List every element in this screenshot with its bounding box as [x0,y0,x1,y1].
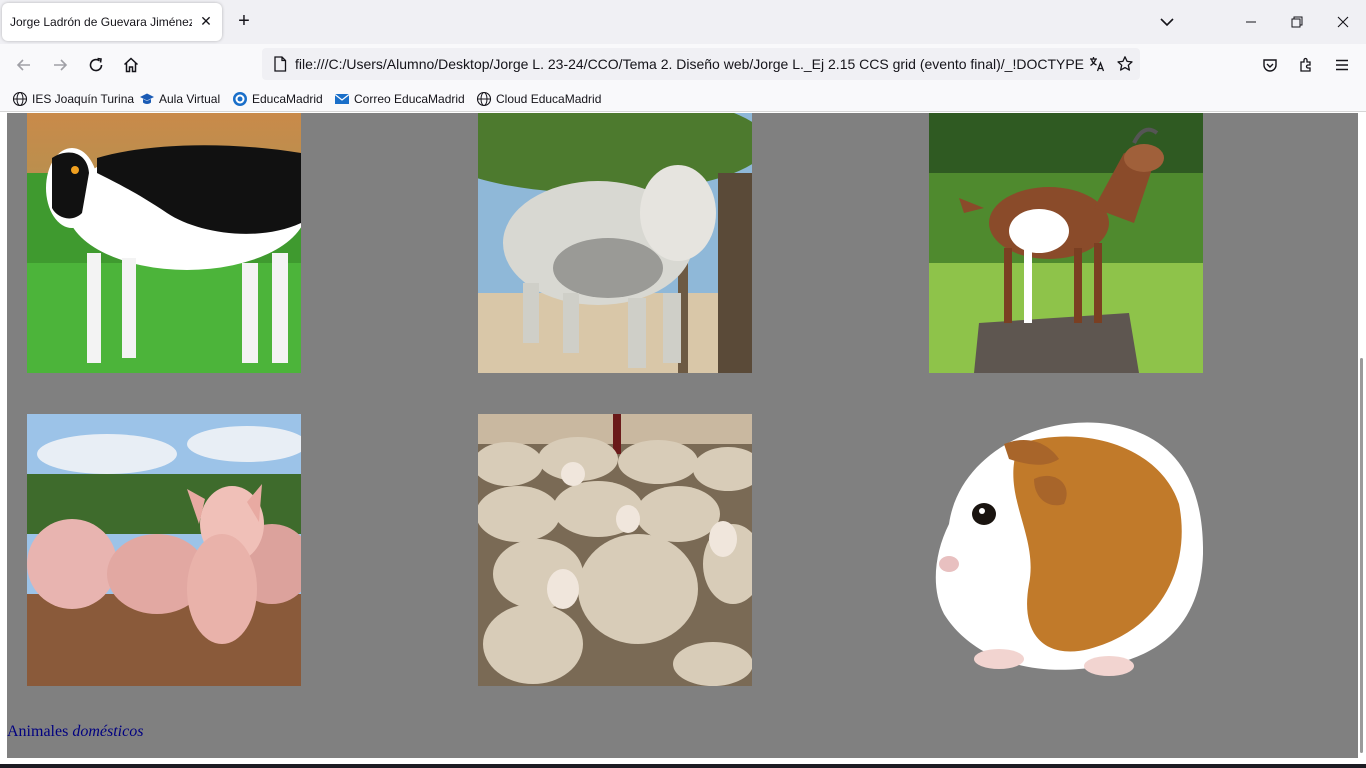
bookmark-educamadrid[interactable]: EducaMadrid [232,90,323,108]
globe-icon [476,91,492,107]
minimize-icon[interactable] [1239,10,1263,34]
active-tab[interactable]: Jorge Ladrón de Guevara Jiménez ✕ [2,3,222,41]
educamadrid-icon [232,91,248,107]
chevron-down-icon[interactable] [1156,12,1178,32]
page-caption: Animales domésticos [7,723,143,741]
animal-grid-page: Animales domésticos [7,113,1358,758]
reload-icon[interactable] [85,54,107,76]
cow-image [27,113,301,373]
bookmark-cloud-educamadrid[interactable]: Cloud EducaMadrid [476,90,601,108]
caption-emphasis: domésticos [72,723,144,740]
restore-icon[interactable] [1285,10,1309,34]
forward-arrow-icon[interactable] [49,54,71,76]
bookmark-aula-virtual[interactable]: Aula Virtual [139,90,220,108]
new-tab-plus-icon[interactable]: + [234,11,254,32]
url-text[interactable]: file:///C:/Users/Alumno/Desktop/Jorge L.… [295,56,1085,72]
mail-icon [334,91,350,107]
bookmarks-toolbar: IES Joaquín Turina Aula Virtual EducaMad… [0,86,1366,112]
graduation-cap-icon [139,91,155,107]
bookmark-label: EducaMadrid [252,92,323,106]
bookmark-label: Cloud EducaMadrid [496,92,602,106]
goat-image [929,113,1203,373]
close-window-icon[interactable] [1331,10,1355,34]
home-icon[interactable] [120,54,142,76]
close-tab-icon[interactable]: ✕ [198,13,214,29]
pig-image [27,414,301,686]
address-bar[interactable]: file:///C:/Users/Alumno/Desktop/Jorge L.… [262,48,1140,80]
tab-bar: Jorge Ladrón de Guevara Jiménez ✕ + [0,0,1366,44]
bookmark-label: Correo EducaMadrid [354,92,465,106]
sheep-image [478,414,752,686]
file-page-icon[interactable] [271,55,289,73]
caption-text: Animales [7,723,73,740]
scrollbar-thumb[interactable] [1360,358,1363,753]
bookmark-correo-educamadrid[interactable]: Correo EducaMadrid [334,90,465,108]
window-bottom-edge [0,764,1366,768]
pocket-icon[interactable] [1259,54,1281,76]
hamburger-menu-icon[interactable] [1331,54,1353,76]
navigation-toolbar: file:///C:/Users/Alumno/Desktop/Jorge L.… [0,44,1366,86]
page-viewport: Animales domésticos [0,113,1366,768]
bull-image [478,113,752,373]
vertical-scrollbar[interactable] [1358,113,1366,768]
bookmark-label: IES Joaquín Turina [32,92,135,106]
star-icon[interactable] [1116,55,1134,73]
translate-icon[interactable] [1088,55,1106,73]
tab-title: Jorge Ladrón de Guevara Jiménez [10,15,192,29]
guinea-pig-image [929,414,1203,686]
globe-icon [12,91,28,107]
bookmark-ies-joaquin-turina[interactable]: IES Joaquín Turina [12,90,134,108]
back-arrow-icon[interactable] [13,54,35,76]
bookmark-label: Aula Virtual [159,92,221,106]
extensions-icon[interactable] [1295,54,1317,76]
